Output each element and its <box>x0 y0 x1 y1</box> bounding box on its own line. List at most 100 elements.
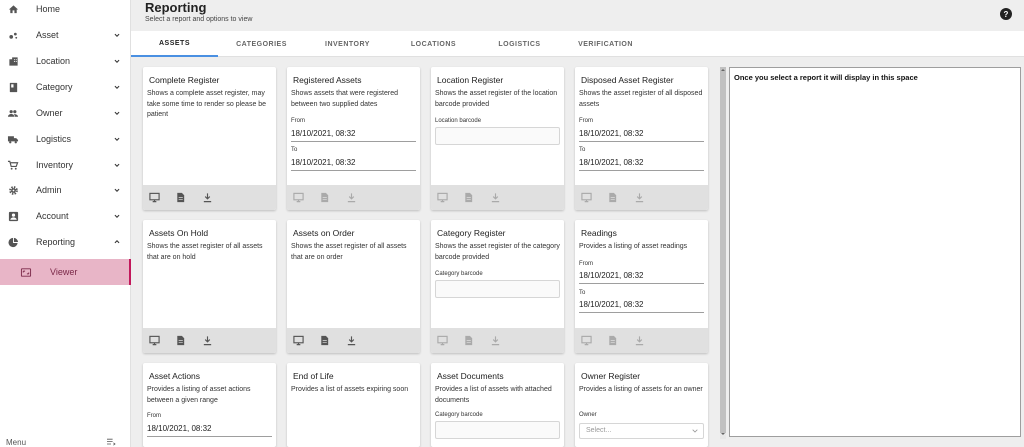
menu-toggle[interactable]: Menu <box>0 437 131 447</box>
card-title: Location Register <box>437 75 504 85</box>
tab-categories[interactable]: CATEGORIES <box>218 31 305 57</box>
document-icon[interactable] <box>175 192 186 203</box>
monitor-icon[interactable] <box>581 335 592 346</box>
tab-logistics[interactable]: LOGISTICS <box>477 31 562 57</box>
sidebar-item-label: Owner <box>36 108 63 118</box>
tab-verification[interactable]: VERIFICATION <box>562 31 649 57</box>
scroll-down-arrow-icon[interactable] <box>720 431 726 437</box>
to-date-field[interactable]: 18/10/2021, 08:32 <box>579 300 704 313</box>
report-card-assets-on-order[interactable]: Assets on Order Shows the asset register… <box>287 220 420 353</box>
report-card-category-register[interactable]: Category Register Shows the asset regist… <box>431 220 564 353</box>
document-icon[interactable] <box>319 335 330 346</box>
card-title: Assets On Hold <box>149 228 209 238</box>
chevron-up-icon <box>114 240 120 244</box>
download-icon[interactable] <box>202 192 213 203</box>
report-card-location-register[interactable]: Location Register Shows the asset regist… <box>431 67 564 210</box>
tab-inventory[interactable]: INVENTORY <box>305 31 390 57</box>
card-title: Readings <box>581 228 617 238</box>
report-card-assets-on-hold[interactable]: Assets On Hold Shows the asset register … <box>143 220 276 353</box>
report-card-end-of-life[interactable]: End of Life Provides a list of assets ex… <box>287 363 420 447</box>
download-icon[interactable] <box>634 335 645 346</box>
document-icon[interactable] <box>319 192 330 203</box>
location-icon <box>7 55 19 67</box>
card-description: Provides a listing of asset readings <box>579 243 688 250</box>
monitor-icon[interactable] <box>437 335 448 346</box>
owner-select[interactable]: Select... <box>579 423 704 439</box>
document-icon[interactable] <box>607 192 618 203</box>
category-barcode-input[interactable] <box>435 421 560 439</box>
sidebar-item-location[interactable]: Location <box>0 48 131 74</box>
sidebar: Home Asset Location Category Owner Logis… <box>0 0 131 447</box>
card-description: Shows the asset register of the category… <box>435 243 560 261</box>
category-barcode-label: Category barcode <box>435 412 483 418</box>
category-barcode-input[interactable] <box>435 280 560 298</box>
sidebar-item-logistics[interactable]: Logistics <box>0 126 131 152</box>
gear-icon <box>7 184 19 196</box>
card-description: Shows the asset register of all disposed… <box>579 90 703 108</box>
owner-label: Owner <box>579 412 597 418</box>
sidebar-item-home[interactable]: Home <box>0 0 131 22</box>
document-icon[interactable] <box>607 335 618 346</box>
report-card-asset-actions[interactable]: Asset Actions Provides a listing of asse… <box>143 363 276 447</box>
scrollbar-thumb[interactable] <box>720 67 726 433</box>
monitor-icon[interactable] <box>293 335 304 346</box>
page-header: Reporting Select a report and options to… <box>131 0 1024 28</box>
download-icon[interactable] <box>346 335 357 346</box>
download-icon[interactable] <box>490 192 501 203</box>
to-date-field[interactable]: 18/10/2021, 08:32 <box>291 158 416 171</box>
from-label: From <box>579 261 593 267</box>
download-icon[interactable] <box>490 335 501 346</box>
card-description: Shows the asset register of all assets t… <box>291 243 407 261</box>
monitor-icon[interactable] <box>437 192 448 203</box>
monitor-icon[interactable] <box>149 192 160 203</box>
report-card-registered-assets[interactable]: Registered Assets Shows assets that were… <box>287 67 420 210</box>
document-icon[interactable] <box>463 192 474 203</box>
monitor-icon[interactable] <box>149 335 160 346</box>
to-label: To <box>291 147 298 153</box>
chevron-down-icon <box>114 163 120 167</box>
from-date-field[interactable]: 18/10/2021, 08:32 <box>579 271 704 284</box>
card-description: Provides a listing of assets for an owne… <box>579 386 703 393</box>
sidebar-item-category[interactable]: Category <box>0 74 131 100</box>
document-icon[interactable] <box>463 335 474 346</box>
chevron-down-icon <box>114 59 120 63</box>
menu-label: Menu <box>6 438 27 447</box>
card-actions <box>431 185 564 210</box>
sidebar-item-account[interactable]: Account <box>0 203 131 229</box>
category-icon <box>7 81 19 93</box>
location-barcode-input[interactable] <box>435 127 560 145</box>
document-icon[interactable] <box>175 335 186 346</box>
card-description: Provides a list of assets with attached … <box>435 386 552 404</box>
sidebar-item-label: Inventory <box>36 160 74 170</box>
download-icon[interactable] <box>202 335 213 346</box>
from-label: From <box>147 413 161 419</box>
report-card-complete-register[interactable]: Complete Register Shows a complete asset… <box>143 67 276 210</box>
from-date-field[interactable]: 18/10/2021, 08:32 <box>291 129 416 142</box>
help-icon[interactable]: ? <box>1000 8 1012 20</box>
tab-locations[interactable]: LOCATIONS <box>390 31 477 57</box>
to-date-field[interactable]: 18/10/2021, 08:32 <box>579 158 704 171</box>
location-barcode-label: Location barcode <box>435 118 482 124</box>
download-icon[interactable] <box>634 192 645 203</box>
sidebar-item-asset[interactable]: Asset <box>0 22 131 48</box>
report-card-disposed-register[interactable]: Disposed Asset Register Shows the asset … <box>575 67 708 210</box>
sidebar-item-viewer[interactable]: Viewer <box>0 259 131 285</box>
from-date-field[interactable]: 18/10/2021, 08:32 <box>579 129 704 142</box>
from-date-field[interactable]: 18/10/2021, 08:32 <box>147 424 272 437</box>
monitor-icon[interactable] <box>293 192 304 203</box>
report-card-asset-documents[interactable]: Asset Documents Provides a list of asset… <box>431 363 564 447</box>
sidebar-item-inventory[interactable]: Inventory <box>0 152 131 178</box>
truck-icon <box>7 133 19 145</box>
card-actions <box>143 328 276 353</box>
page-title: Reporting <box>145 0 207 15</box>
owner-select-placeholder: Select... <box>586 427 612 434</box>
sidebar-item-admin[interactable]: Admin <box>0 177 131 203</box>
scroll-up-arrow-icon[interactable] <box>720 67 726 73</box>
sidebar-item-owner[interactable]: Owner <box>0 100 131 126</box>
sidebar-item-reporting[interactable]: Reporting <box>0 229 131 255</box>
download-icon[interactable] <box>346 192 357 203</box>
report-card-owner-register[interactable]: Owner Register Provides a listing of ass… <box>575 363 708 447</box>
report-card-readings[interactable]: Readings Provides a listing of asset rea… <box>575 220 708 353</box>
tab-assets[interactable]: ASSETS <box>131 31 218 57</box>
monitor-icon[interactable] <box>581 192 592 203</box>
